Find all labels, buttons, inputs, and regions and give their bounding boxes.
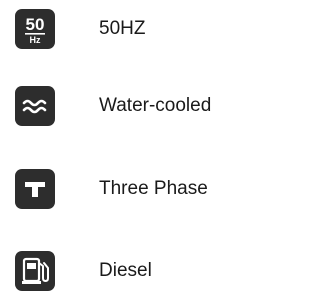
spec-item-phase: Three Phase: [15, 169, 254, 209]
spec-item-fuel: Diesel: [15, 251, 254, 291]
frequency-50hz-icon: 50 Hz: [15, 9, 55, 49]
fuel-pump-icon: [15, 251, 55, 291]
spec-label-phase: Three Phase: [99, 178, 208, 199]
spec-list: 50 Hz 50HZ Water-cooled Three Phase Dies…: [0, 0, 254, 303]
spec-item-frequency: 50 Hz 50HZ: [15, 9, 254, 49]
frequency-icon-sub-text: Hz: [30, 35, 41, 45]
frequency-icon-main-text: 50: [26, 15, 45, 34]
spec-label-frequency: 50HZ: [99, 18, 146, 39]
spec-label-fuel: Diesel: [99, 260, 152, 281]
three-phase-icon: [15, 169, 55, 209]
water-waves-icon: [15, 86, 55, 126]
spec-label-cooling: Water-cooled: [99, 95, 212, 116]
spec-item-cooling: Water-cooled: [15, 86, 254, 126]
